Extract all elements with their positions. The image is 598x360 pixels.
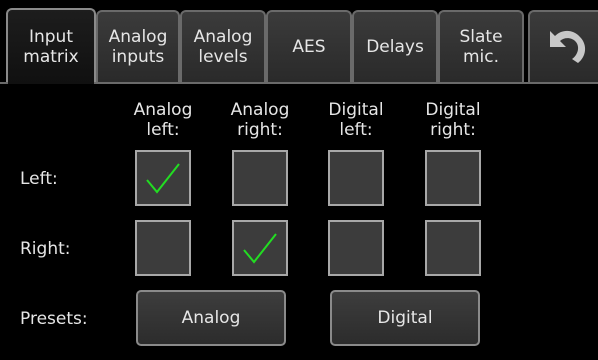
matrix-cell-right-analog-right[interactable] — [232, 220, 288, 276]
tab-input-matrix[interactable]: Input matrix — [6, 8, 96, 84]
row-label-left: Left: — [20, 169, 58, 189]
tab-slate-mic[interactable]: Slate mic. — [438, 10, 524, 82]
undo-arrow-icon — [540, 25, 588, 69]
column-header-analog-left: Analog left: — [133, 100, 193, 140]
presets-label: Presets: — [20, 309, 88, 329]
tab-delays[interactable]: Delays — [352, 10, 438, 82]
undo-button[interactable] — [528, 10, 598, 82]
matrix-cell-right-analog-left[interactable] — [135, 220, 191, 276]
checkmark-icon — [143, 158, 183, 198]
matrix-cell-right-digital-left[interactable] — [328, 220, 384, 276]
column-header-digital-left: Digital left: — [328, 100, 384, 140]
preset-digital-button[interactable]: Digital — [330, 290, 480, 346]
matrix-cell-left-analog-right[interactable] — [232, 150, 288, 206]
row-label-right: Right: — [20, 239, 71, 259]
column-header-analog-right: Analog right: — [230, 100, 290, 140]
matrix-cell-left-analog-left[interactable] — [135, 150, 191, 206]
tab-analog-inputs[interactable]: Analog inputs — [96, 10, 180, 82]
input-matrix-screen: Input matrix Analog inputs Analog levels… — [0, 0, 598, 360]
active-tab-gap — [8, 82, 94, 84]
checkmark-icon — [240, 228, 280, 268]
matrix-cell-right-digital-right[interactable] — [425, 220, 481, 276]
tab-bar: Input matrix Analog inputs Analog levels… — [0, 0, 598, 84]
column-header-digital-right: Digital right: — [425, 100, 481, 140]
matrix-cell-left-digital-left[interactable] — [328, 150, 384, 206]
preset-analog-button[interactable]: Analog — [136, 290, 286, 346]
tab-analog-levels[interactable]: Analog levels — [180, 10, 266, 82]
matrix-cell-left-digital-right[interactable] — [425, 150, 481, 206]
tab-aes[interactable]: AES — [266, 10, 352, 82]
